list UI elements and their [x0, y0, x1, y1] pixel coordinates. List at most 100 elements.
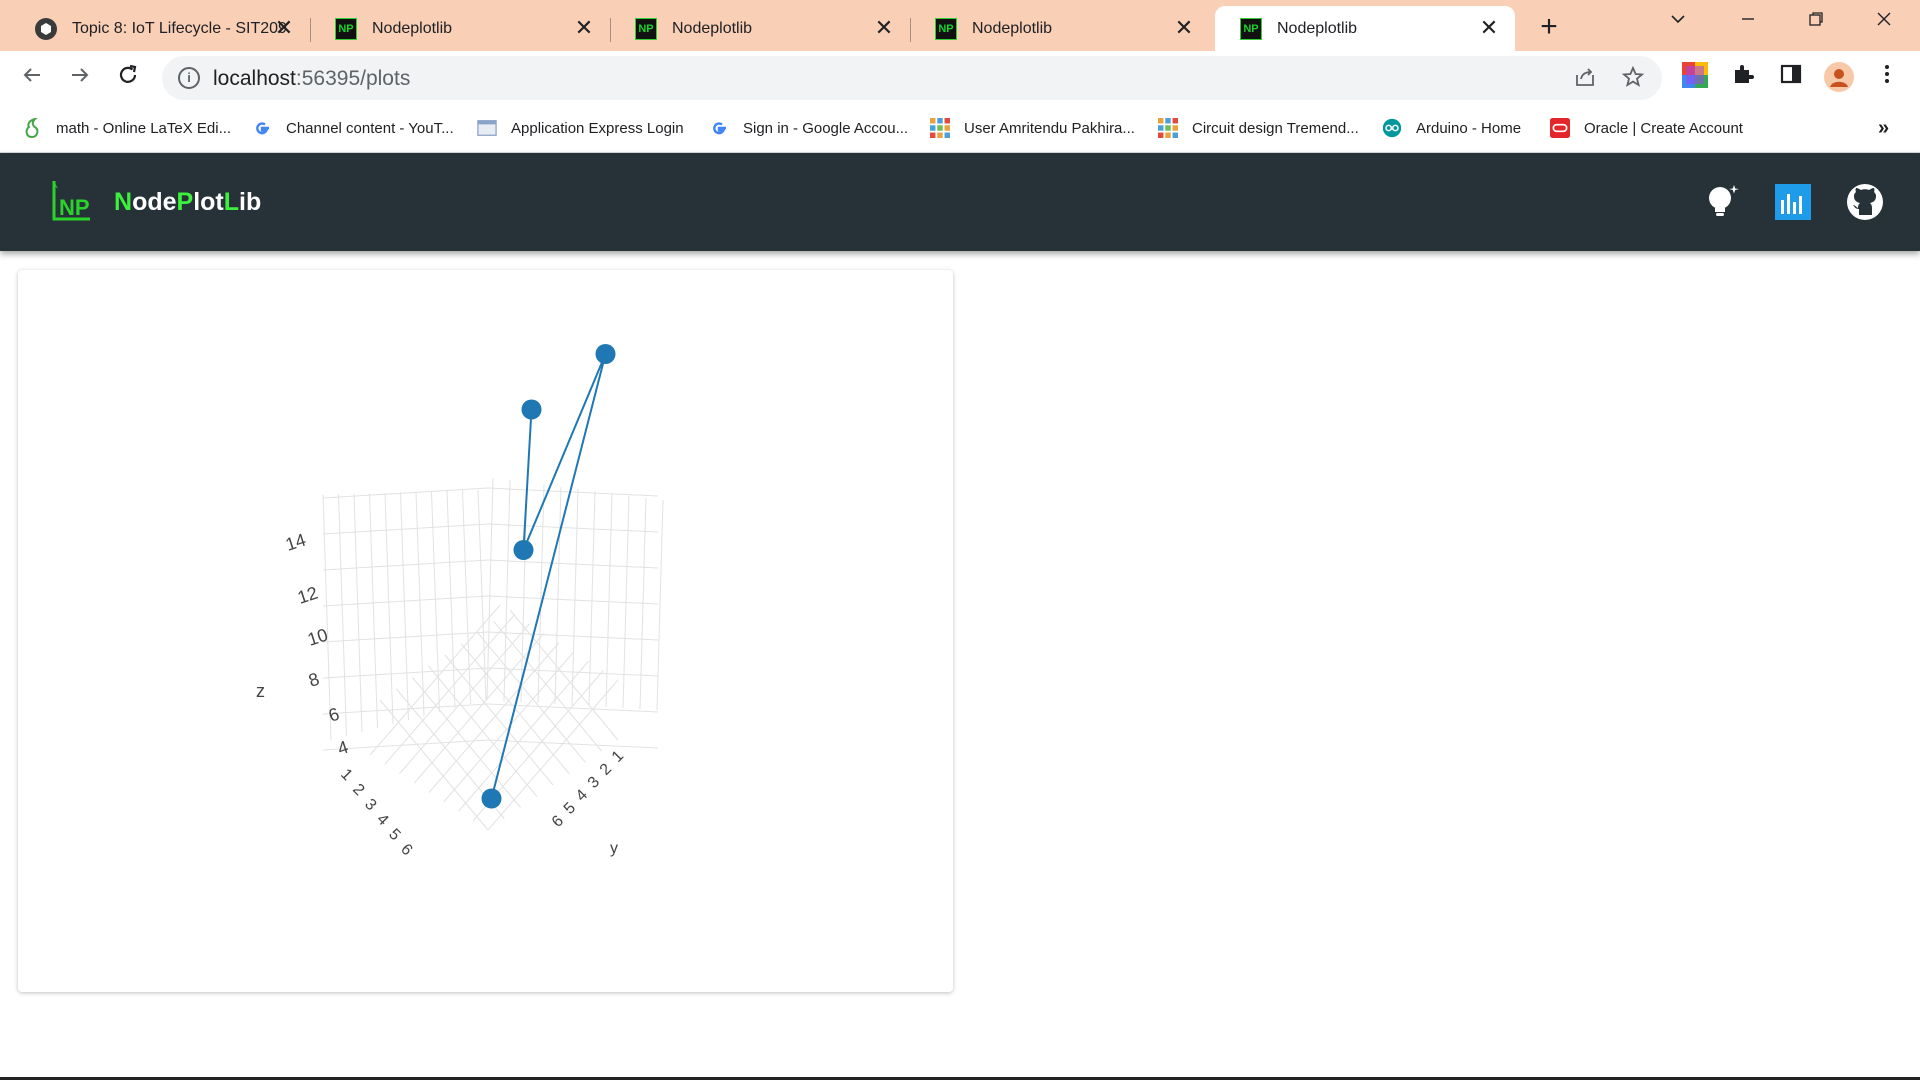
university-icon — [34, 17, 58, 41]
y-tick-label: 4 — [573, 786, 591, 804]
plot-card: 4 6 8 10 12 14 z 1 2 3 4 5 6 1 2 3 4 5 6 y — [18, 270, 953, 992]
plot-grid — [322, 477, 664, 831]
bookmark-oracle[interactable]: Oracle | Create Account — [1550, 115, 1743, 141]
grid-line — [322, 595, 489, 607]
analytics-chart-icon[interactable] — [1772, 181, 1814, 223]
close-icon[interactable]: ✕ — [572, 16, 596, 40]
x-tick-label: 1 — [337, 766, 355, 784]
site-info-icon[interactable]: i — [178, 67, 200, 89]
y-tick-label: 6 — [549, 812, 567, 830]
share-icon[interactable] — [1572, 65, 1598, 91]
svg-text:NP: NP — [59, 195, 90, 220]
plot-trace[interactable] — [481, 344, 616, 809]
x-tick-label: 3 — [361, 796, 379, 814]
grid-line — [605, 493, 613, 708]
y-tick-label: 5 — [561, 799, 579, 817]
tab-nodeplotlib-active[interactable]: NP Nodeplotlib ✕ — [1215, 6, 1515, 51]
tinkercad-icon — [930, 118, 950, 138]
close-icon[interactable]: ✕ — [872, 16, 896, 40]
bookmarks-bar: math - Online LaTeX Edi... Channel conte… — [0, 104, 1920, 153]
forward-button[interactable] — [64, 63, 96, 95]
grid-line — [353, 493, 363, 733]
grid-line — [322, 559, 489, 571]
address-bar[interactable]: i localhost:56395/plots — [162, 56, 1662, 100]
bookmark-overleaf[interactable]: math - Online LaTeX Edi... — [22, 115, 231, 141]
side-panel-icon[interactable] — [1776, 62, 1806, 92]
nodeplotlib-icon: NP — [334, 17, 358, 41]
tab-topic8[interactable]: Topic 8: IoT Lifecycle - SIT209 ✕ — [10, 6, 311, 51]
google-icon — [709, 118, 729, 138]
brand[interactable]: NP NodePlotLib — [52, 179, 261, 226]
grid-line — [446, 490, 456, 709]
grid-line — [477, 632, 586, 763]
bookmark-arduino[interactable]: Arduino - Home — [1382, 115, 1521, 141]
nodeplotlib-icon: NP — [1239, 17, 1263, 41]
lightbulb-icon[interactable] — [1702, 181, 1744, 223]
data-point[interactable] — [481, 788, 502, 809]
z-tick-label: 6 — [326, 704, 342, 726]
grid-line — [338, 494, 347, 737]
browser-toolbar: i localhost:56395/plots — [0, 51, 1920, 104]
profile-avatar-icon[interactable] — [1824, 62, 1854, 92]
tab-nodeplotlib-2[interactable]: NP Nodeplotlib ✕ — [610, 6, 911, 51]
arduino-icon — [1382, 118, 1402, 138]
bookmark-star-icon[interactable] — [1620, 65, 1646, 91]
grid-line — [487, 631, 659, 641]
bookmarks-overflow-button[interactable]: » — [1878, 115, 1889, 141]
page-icon — [477, 118, 497, 138]
z-tick-label: 12 — [295, 583, 320, 608]
z-tick-label: 14 — [283, 530, 308, 555]
bookmark-tinkercad-circuit[interactable]: Circuit design Tremend... — [1158, 115, 1359, 141]
menu-kebab-icon[interactable] — [1872, 62, 1902, 92]
grid-line — [487, 559, 659, 569]
x-tick-label: 5 — [385, 826, 403, 844]
data-point[interactable] — [521, 399, 542, 420]
reload-button[interactable] — [112, 63, 144, 95]
back-button[interactable] — [16, 63, 48, 95]
nodeplotlib-icon: NP — [634, 17, 658, 41]
series-line — [490, 353, 607, 799]
data-point[interactable] — [595, 344, 616, 364]
extensions-puzzle-icon[interactable] — [1728, 62, 1758, 92]
new-tab-button[interactable]: + — [1533, 12, 1565, 44]
grid-line — [493, 620, 603, 752]
bookmark-google-signin[interactable]: Sign in - Google Accou... — [709, 115, 908, 141]
browser-tab-strip: Topic 8: IoT Lifecycle - SIT209 ✕ NP Nod… — [0, 0, 1920, 51]
grid-line — [369, 493, 378, 729]
z-tick-label: 10 — [305, 625, 330, 650]
y-tick-label: 3 — [585, 773, 603, 791]
close-icon[interactable]: ✕ — [272, 16, 296, 40]
tab-search-icon[interactable] — [1658, 8, 1698, 38]
close-window-button[interactable] — [1864, 8, 1904, 38]
tab-nodeplotlib-3[interactable]: NP Nodeplotlib ✕ — [910, 6, 1210, 51]
brand-name: NodePlotLib — [114, 188, 262, 216]
url-text[interactable]: localhost:56395/plots — [213, 67, 410, 91]
grid-line — [487, 523, 659, 533]
restore-button[interactable] — [1796, 8, 1836, 38]
close-icon[interactable]: ✕ — [1477, 16, 1501, 40]
plot-3d-scatter[interactable]: 468101214z123456123456y — [18, 270, 953, 992]
grid-line — [509, 609, 619, 741]
close-icon[interactable]: ✕ — [1172, 16, 1196, 40]
grid-line — [322, 494, 332, 741]
plot-tick-labels: 468101214z123456123456y — [256, 530, 627, 860]
github-icon[interactable] — [1844, 181, 1886, 223]
bookmark-youtube-studio[interactable]: Channel content - YouT... — [252, 115, 454, 141]
grid-line — [400, 492, 409, 721]
grid-line — [322, 487, 489, 499]
grid-line — [487, 487, 659, 497]
oracle-icon — [1550, 118, 1570, 138]
minimize-button[interactable] — [1728, 8, 1768, 38]
grid-line — [588, 491, 596, 707]
color-extension-icon[interactable] — [1680, 62, 1710, 92]
grid-line — [487, 595, 659, 605]
z-tick-label: 8 — [306, 669, 322, 691]
x-tick-label: 2 — [349, 781, 367, 799]
tab-nodeplotlib-1[interactable]: NP Nodeplotlib ✕ — [310, 6, 611, 51]
bookmark-apex-login[interactable]: Application Express Login — [477, 115, 684, 141]
bookmark-tinkercad-user[interactable]: User Amritendu Pakhira... — [930, 115, 1135, 141]
grid-line — [379, 699, 489, 831]
app-navbar: NP NodePlotLib — [0, 153, 1920, 251]
nodeplotlib-logo-icon: NP — [52, 179, 92, 226]
data-point[interactable] — [513, 540, 534, 560]
